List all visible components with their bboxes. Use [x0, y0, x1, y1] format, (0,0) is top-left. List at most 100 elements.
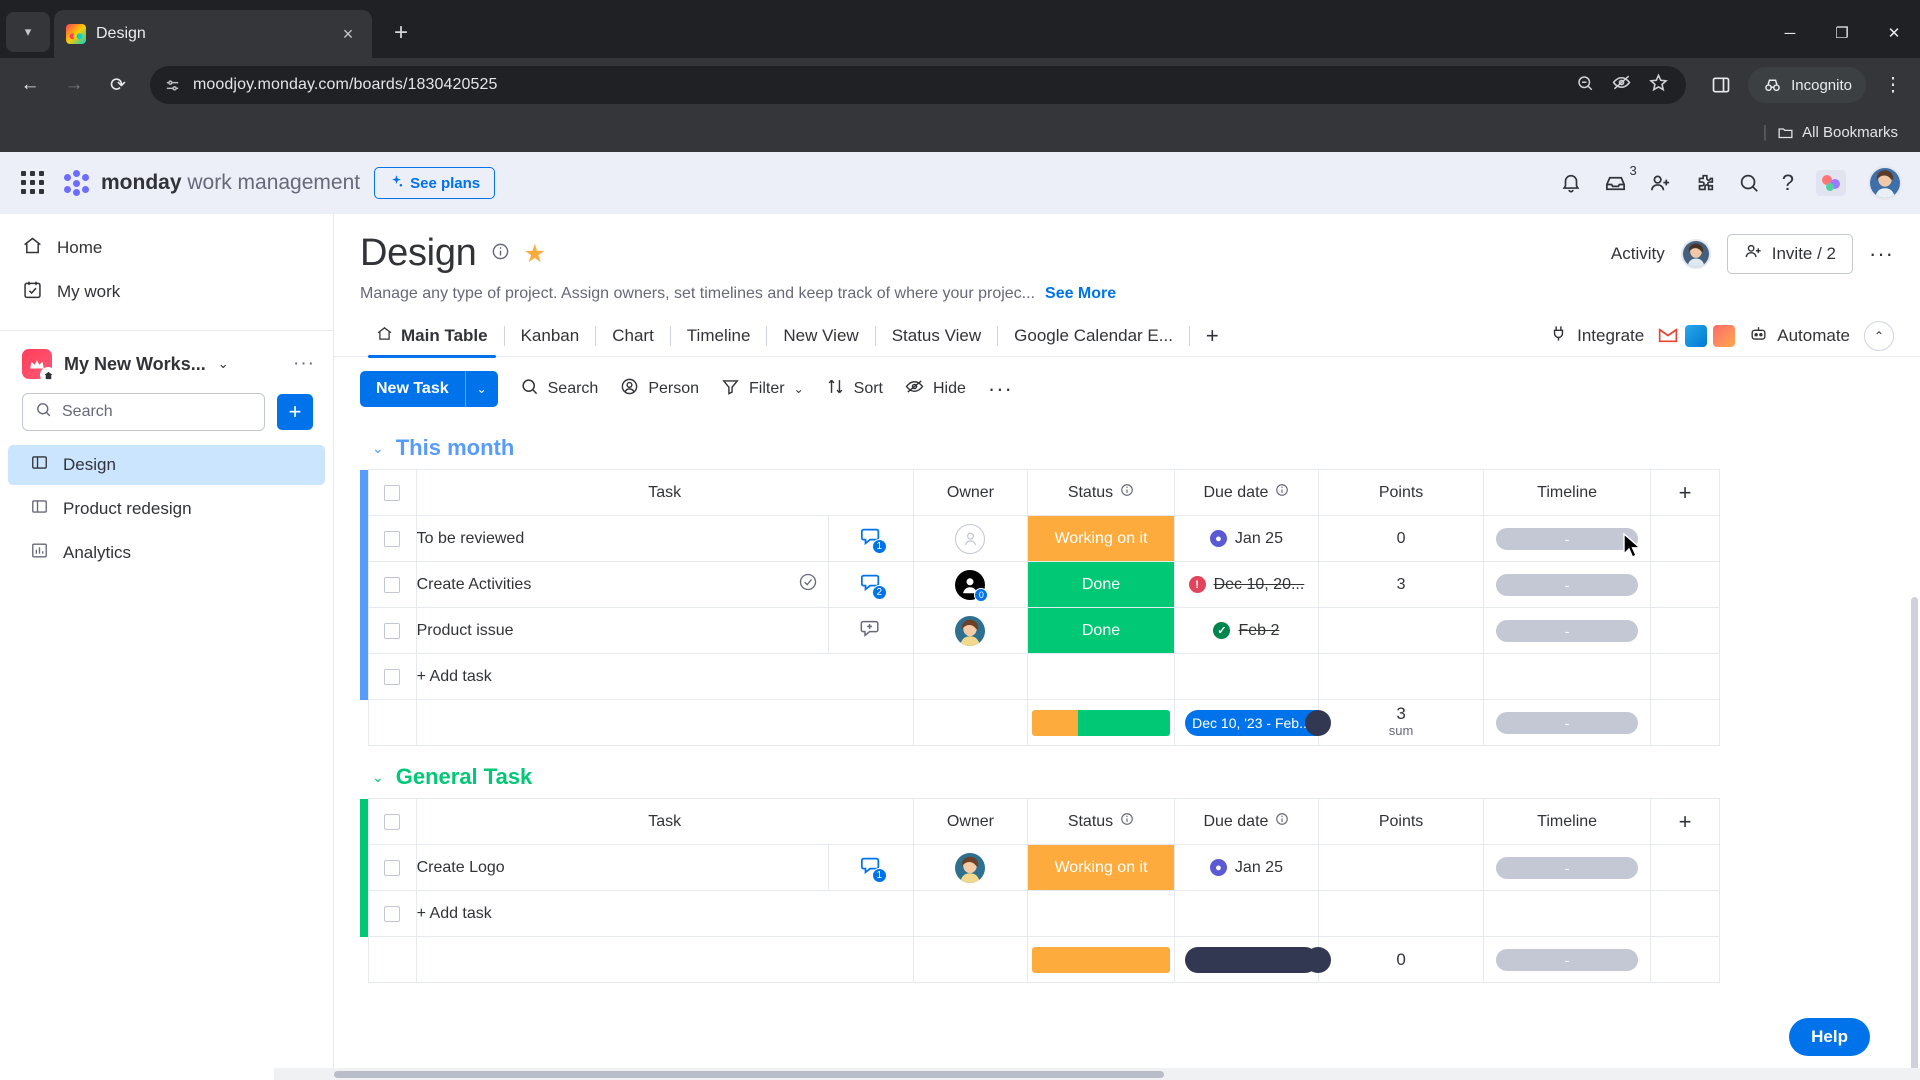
- column-header-timeline[interactable]: Timeline: [1483, 469, 1652, 516]
- see-more-link[interactable]: See More: [1045, 285, 1116, 303]
- due-date-cell[interactable]: ● Jan 25: [1173, 515, 1320, 562]
- group-header[interactable]: ⌄ General Task: [360, 746, 1894, 798]
- row-checkbox-cell[interactable]: [367, 607, 417, 654]
- workspace-more-button[interactable]: ···: [293, 353, 315, 375]
- browser-tab[interactable]: Design ×: [54, 10, 372, 58]
- side-panel-icon[interactable]: [1704, 68, 1738, 102]
- reload-button[interactable]: ⟳: [98, 65, 138, 105]
- points-cell[interactable]: [1318, 844, 1485, 891]
- table-row[interactable]: Create Logo 1 Working on it ● Jan 25 -: [360, 844, 1720, 891]
- toolbar-more-button[interactable]: ···: [988, 376, 1013, 402]
- site-settings-icon[interactable]: [164, 77, 181, 94]
- status-cell[interactable]: Working on it: [1027, 844, 1175, 891]
- due-date-cell[interactable]: ! Dec 10, 20...: [1173, 561, 1320, 608]
- table-row[interactable]: Create Activities 2 0 Done ! Dec 10, 20.…: [360, 561, 1720, 608]
- check-circle-icon[interactable]: [798, 572, 828, 597]
- points-cell[interactable]: [1318, 607, 1485, 654]
- timeline-cell[interactable]: -: [1483, 561, 1652, 608]
- summary-timeline-cell[interactable]: -: [1483, 936, 1652, 983]
- updates-bubble-icon[interactable]: 1: [859, 857, 887, 883]
- due-date-cell[interactable]: ● Jan 25: [1173, 844, 1320, 891]
- task-name-cell[interactable]: Create Activities: [415, 561, 829, 608]
- collapse-header-button[interactable]: ⌃: [1864, 320, 1894, 351]
- info-icon[interactable]: [1120, 483, 1134, 502]
- row-checkbox-cell[interactable]: [367, 561, 417, 608]
- row-checkbox-cell[interactable]: [367, 890, 417, 937]
- chevron-down-icon[interactable]: ⌄: [372, 440, 384, 457]
- info-icon[interactable]: [1275, 812, 1289, 831]
- new-task-button[interactable]: New Task ⌄: [360, 371, 498, 407]
- incognito-indicator[interactable]: Incognito: [1748, 67, 1866, 103]
- add-column-button[interactable]: +: [1650, 469, 1720, 516]
- add-board-button[interactable]: +: [277, 394, 313, 430]
- browser-menu-button[interactable]: ⋮: [1876, 65, 1910, 105]
- forward-button[interactable]: →: [54, 65, 94, 105]
- workspace-selector[interactable]: My New Works... ⌄ ···: [0, 331, 333, 389]
- timeline-cell[interactable]: -: [1483, 607, 1652, 654]
- info-icon[interactable]: [1120, 812, 1134, 831]
- summary-points-cell[interactable]: 0: [1318, 936, 1485, 983]
- apps-grid-icon[interactable]: [18, 168, 48, 198]
- favorite-star-icon[interactable]: ★: [524, 239, 546, 269]
- inbox-icon[interactable]: 3: [1604, 163, 1637, 195]
- add-view-button[interactable]: +: [1190, 323, 1235, 349]
- owner-cell[interactable]: 0: [912, 561, 1029, 608]
- toolbar-person-button[interactable]: Person: [620, 377, 699, 401]
- tab-main-table[interactable]: Main Table: [360, 315, 504, 358]
- tab-status-view[interactable]: Status View: [876, 315, 997, 357]
- search-icon[interactable]: [1738, 172, 1760, 194]
- integrate-button[interactable]: Integrate: [1549, 324, 1736, 348]
- new-tab-button[interactable]: +: [384, 16, 418, 50]
- theme-icon[interactable]: [1816, 170, 1846, 196]
- add-update-icon[interactable]: [859, 620, 882, 643]
- row-checkbox[interactable]: [384, 530, 401, 547]
- minimize-button[interactable]: ─: [1764, 10, 1816, 56]
- invite-button[interactable]: Invite / 2: [1726, 233, 1854, 274]
- person-add-icon[interactable]: [1649, 172, 1672, 195]
- owner-avatar[interactable]: [955, 852, 986, 883]
- column-header-task[interactable]: Task: [415, 798, 914, 845]
- column-header-timeline[interactable]: Timeline: [1483, 798, 1652, 845]
- row-checkbox-cell[interactable]: [367, 515, 417, 562]
- updates-cell[interactable]: 1: [827, 515, 914, 562]
- column-header-owner[interactable]: Owner: [912, 469, 1029, 516]
- points-cell[interactable]: 3: [1318, 561, 1485, 608]
- search-input[interactable]: Search: [22, 393, 265, 431]
- help-button[interactable]: Help: [1789, 1018, 1870, 1056]
- task-name-cell[interactable]: Product issue: [415, 607, 829, 654]
- summary-date-cell[interactable]: [1173, 936, 1332, 983]
- zoom-icon[interactable]: [1576, 74, 1594, 97]
- sidebar-item-home[interactable]: Home: [0, 226, 333, 270]
- select-all-checkbox-cell[interactable]: [367, 798, 417, 845]
- bell-icon[interactable]: [1560, 172, 1582, 194]
- bookmark-star-icon[interactable]: [1649, 73, 1668, 97]
- task-name-cell[interactable]: Create Logo: [415, 844, 829, 891]
- add-column-button[interactable]: +: [1650, 798, 1720, 845]
- table-row[interactable]: To be reviewed 1 Working on it ● Jan 25 …: [360, 515, 1720, 562]
- address-bar[interactable]: moodjoy.monday.com/boards/1830420525: [150, 66, 1687, 104]
- scrollbar-thumb[interactable]: [334, 1071, 1164, 1078]
- activity-label[interactable]: Activity: [1611, 244, 1665, 264]
- see-plans-button[interactable]: See plans: [374, 167, 496, 199]
- updates-cell[interactable]: [827, 607, 914, 654]
- row-checkbox[interactable]: [384, 576, 401, 593]
- due-date-cell[interactable]: ✓ Feb 2: [1173, 607, 1320, 654]
- group-header[interactable]: ⌄ This month: [360, 417, 1894, 469]
- owner-cell[interactable]: [912, 844, 1029, 891]
- info-icon[interactable]: [491, 242, 510, 266]
- task-name-cell[interactable]: To be reviewed: [415, 515, 829, 562]
- outlook-icon[interactable]: [1685, 324, 1708, 347]
- column-header-due-date[interactable]: Due date: [1173, 469, 1320, 516]
- row-checkbox[interactable]: [384, 622, 401, 639]
- chevron-down-icon[interactable]: ⌄: [794, 382, 804, 396]
- toolbar-sort-button[interactable]: Sort: [826, 377, 883, 401]
- column-header-status[interactable]: Status: [1027, 798, 1175, 845]
- column-header-due-date[interactable]: Due date: [1173, 798, 1320, 845]
- chevron-down-icon[interactable]: ⌄: [466, 371, 498, 407]
- summary-timeline-cell[interactable]: -: [1483, 699, 1652, 746]
- help-icon[interactable]: ?: [1782, 170, 1794, 196]
- tab-chart[interactable]: Chart: [596, 315, 670, 357]
- summary-points-cell[interactable]: 3 sum: [1318, 699, 1485, 746]
- owner-cell[interactable]: [912, 607, 1029, 654]
- sidebar-board-analytics[interactable]: Analytics: [8, 533, 325, 573]
